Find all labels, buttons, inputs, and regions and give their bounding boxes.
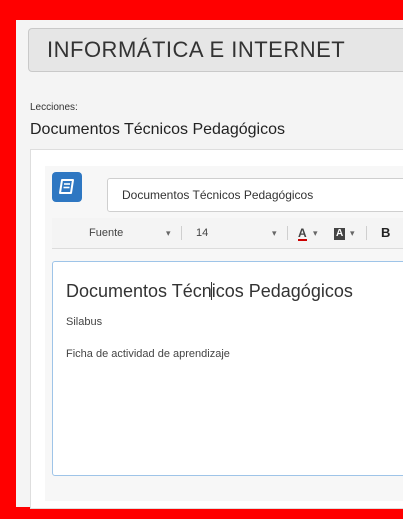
current-lesson-title: Documentos Técnicos Pedagógicos [30, 121, 285, 138]
editor-paragraph: Silabus [66, 316, 103, 328]
text-color-icon: A [298, 226, 307, 241]
lessons-label: Lecciones: [30, 102, 78, 113]
toolbar-divider [181, 226, 182, 240]
document-edit-icon [52, 172, 82, 202]
bold-button[interactable]: B [381, 218, 390, 248]
background-color-icon: A [334, 228, 346, 240]
font-size-label: 14 [196, 227, 209, 239]
font-family-chevron-down-icon[interactable]: ▾ [166, 218, 171, 248]
text-color-button[interactable]: A [298, 218, 307, 248]
font-size-chevron-down-icon[interactable]: ▾ [272, 218, 277, 248]
editor-paragraph: Ficha de actividad de aprendizaje [66, 348, 230, 360]
font-family-label: Fuente [89, 227, 124, 239]
text-color-chevron-down-icon[interactable]: ▾ [313, 218, 318, 248]
background-color-chevron-down-icon[interactable]: ▾ [350, 218, 355, 248]
page-title: INFORMÁTICA E INTERNET [28, 28, 403, 72]
font-size-select[interactable]: 14 [196, 218, 208, 248]
toolbar-divider [366, 226, 367, 240]
heading-text-start: Documentos Técn [66, 281, 212, 301]
font-family-select[interactable]: Fuente [89, 218, 123, 248]
document-name-input[interactable] [107, 178, 403, 212]
heading-text-end: icos Pedagógicos [211, 281, 353, 301]
toolbar-divider [287, 226, 288, 240]
editor-heading: Documentos Técnicos Pedagógicos [66, 281, 353, 302]
background-color-button[interactable]: A [334, 218, 346, 248]
